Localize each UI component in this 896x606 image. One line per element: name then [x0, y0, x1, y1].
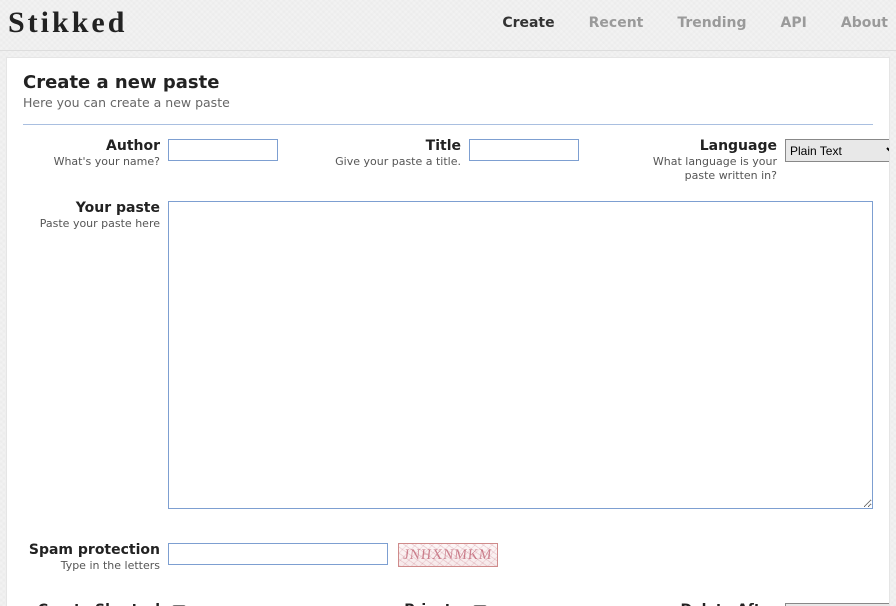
spam-label: Spam protection	[23, 543, 160, 558]
author-hint: What's your name?	[23, 155, 160, 169]
title-hint: Give your paste a title.	[324, 155, 461, 169]
nav: Create Recent Trending API About	[502, 15, 888, 31]
page-title: Create a new paste	[23, 72, 873, 93]
paste-hint: Paste your paste here	[23, 217, 160, 231]
author-label: Author	[23, 139, 160, 154]
paste-label: Your paste	[23, 201, 160, 216]
nav-recent[interactable]: Recent	[589, 15, 644, 31]
nav-about[interactable]: About	[841, 15, 888, 31]
author-input[interactable]	[168, 139, 278, 161]
nav-create[interactable]: Create	[502, 15, 554, 31]
language-select[interactable]: Plain Text	[785, 139, 890, 162]
spam-input[interactable]	[168, 543, 388, 565]
logo[interactable]: Stikked	[8, 6, 127, 40]
nav-trending[interactable]: Trending	[677, 15, 746, 31]
captcha-image: JNHXNMKM	[398, 543, 498, 567]
divider	[23, 124, 873, 125]
page-subtitle: Here you can create a new paste	[23, 95, 873, 110]
spam-hint: Type in the letters	[23, 559, 160, 573]
create-card: Create a new paste Here you can create a…	[6, 57, 890, 606]
nav-api[interactable]: API	[781, 15, 807, 31]
title-label: Title	[324, 139, 461, 154]
language-hint: What language is your paste written in?	[630, 155, 777, 183]
paste-textarea[interactable]	[168, 201, 873, 509]
title-input[interactable]	[469, 139, 579, 161]
language-label: Language	[630, 139, 777, 154]
